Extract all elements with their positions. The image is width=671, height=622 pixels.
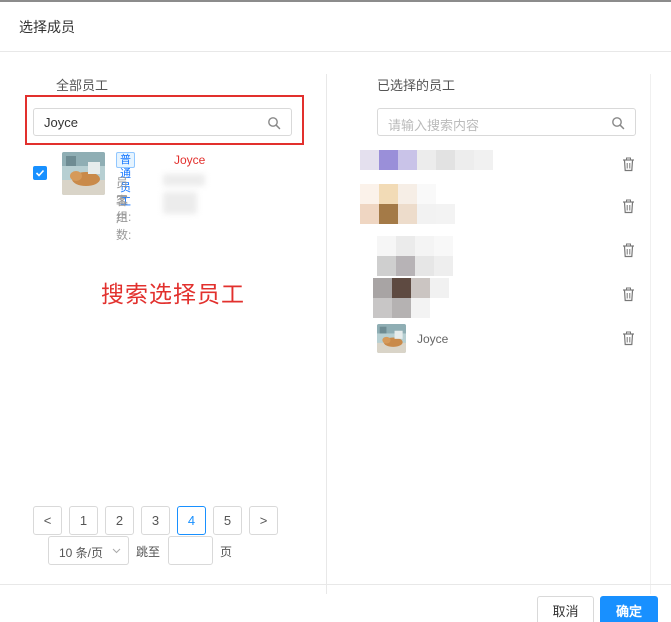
trash-icon[interactable] [622, 287, 635, 302]
redacted-avatar [360, 184, 460, 224]
employee-customers-label: 客户数: [116, 194, 132, 242]
page-size-select[interactable]: 10 条/页 [48, 536, 129, 565]
redacted-avatar [373, 278, 456, 318]
dialog-footer: 取消 确定 [0, 584, 671, 622]
search-icon[interactable] [611, 116, 625, 130]
annotation-text: 搜索选择员工 [101, 281, 245, 307]
page-button-3[interactable]: 3 [141, 506, 170, 535]
selected-search-placeholder: 请输入搜索内容 [388, 118, 480, 133]
selected-item-3 [377, 236, 647, 276]
select-members-dialog: 选择成员 全部员工 Joyce 普通员工 Joyce 员工组: 客户数: 搜索选… [0, 0, 671, 622]
prev-page-button[interactable]: < [33, 506, 62, 535]
selected-employees-title: 已选择的员工 [377, 78, 456, 93]
page-size-value: 10 条/页 [59, 546, 104, 560]
selected-avatar [377, 324, 406, 353]
page-unit-label: 页 [220, 545, 233, 559]
jump-page-input[interactable] [168, 536, 213, 565]
dialog-title: 选择成员 [19, 19, 75, 35]
selected-item-2 [360, 184, 647, 224]
page-button-2[interactable]: 2 [105, 506, 134, 535]
cat-photo-icon [377, 324, 406, 353]
trash-icon[interactable] [622, 157, 635, 172]
panel-divider [326, 74, 327, 594]
selected-item-1 [360, 150, 647, 180]
panel-edge [650, 74, 651, 594]
dialog-header: 选择成员 [0, 2, 671, 52]
pagination: < 1 2 3 4 5 > [33, 506, 278, 535]
employee-avatar [62, 152, 105, 195]
redacted-avatar [360, 150, 493, 170]
redacted-avatar [377, 236, 460, 276]
trash-icon[interactable] [622, 199, 635, 214]
selected-item-name: Joyce [417, 332, 449, 346]
cat-photo-icon [62, 152, 105, 195]
employee-type-tag: 普通员工 [116, 152, 135, 208]
dialog-body: 全部员工 Joyce 普通员工 Joyce 员工组: 客户数: 搜索选择员工 <… [0, 54, 671, 594]
page-button-1[interactable]: 1 [69, 506, 98, 535]
search-icon[interactable] [267, 116, 281, 130]
page-button-5[interactable]: 5 [213, 506, 242, 535]
all-employees-title: 全部员工 [56, 78, 109, 93]
redacted-customers [163, 192, 197, 214]
cancel-button[interactable]: 取消 [537, 596, 594, 622]
page-button-4-current[interactable]: 4 [177, 506, 206, 535]
employee-search-value: Joyce [44, 115, 78, 130]
employee-search-input[interactable]: Joyce [33, 108, 292, 136]
trash-icon[interactable] [622, 243, 635, 258]
jump-to-label: 跳至 [136, 545, 161, 559]
employee-name: Joyce [174, 153, 206, 167]
selected-search-input[interactable]: 请输入搜索内容 [377, 108, 636, 136]
employee-checkbox[interactable] [33, 166, 47, 180]
confirm-button[interactable]: 确定 [600, 596, 658, 622]
chevron-down-icon [112, 548, 121, 554]
redacted-group [163, 174, 205, 186]
selected-item-4 [373, 278, 647, 318]
check-icon [35, 169, 45, 177]
trash-icon[interactable] [622, 331, 635, 346]
selected-item-5: Joyce [377, 324, 647, 354]
next-page-button[interactable]: > [249, 506, 278, 535]
